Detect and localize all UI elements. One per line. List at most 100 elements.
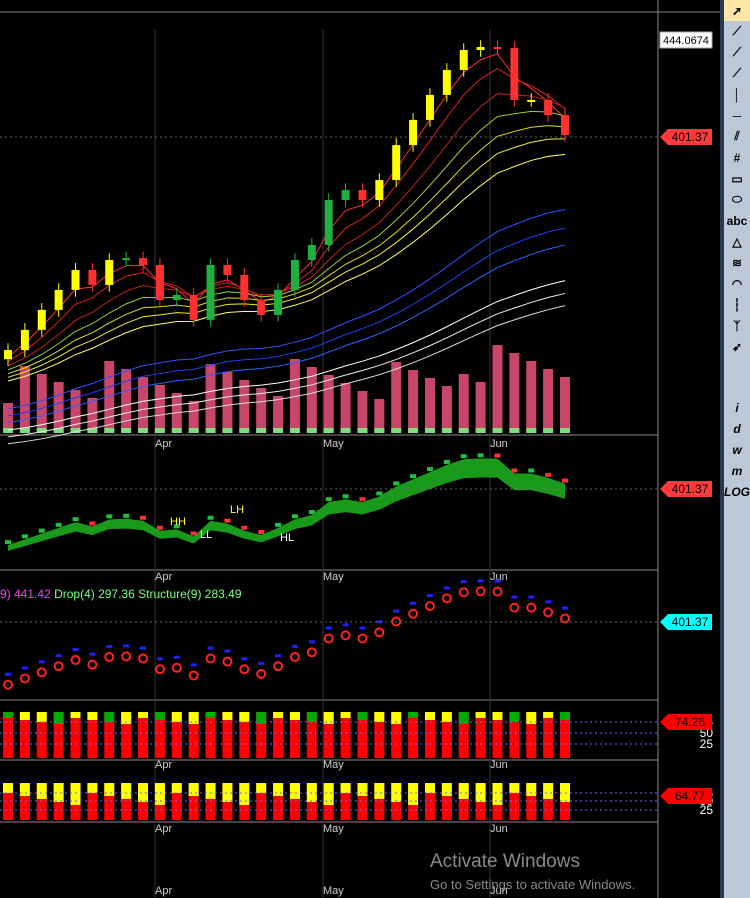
candle-body — [290, 259, 299, 290]
volume-bar — [357, 391, 368, 433]
period-w-button[interactable]: w — [724, 439, 750, 460]
top-price-label: 444.0674 — [663, 35, 709, 47]
ray-icon[interactable]: ⟋ — [724, 42, 750, 63]
ellipse-icon[interactable]: ⬭ — [724, 189, 750, 210]
volume-base — [391, 428, 402, 433]
candle-body — [375, 180, 384, 201]
horizontal-line-icon[interactable]: ─ — [724, 105, 750, 126]
oscillator2-top — [458, 783, 469, 799]
vertical-line-icon[interactable]: │ — [724, 84, 750, 105]
candle-body — [527, 99, 536, 102]
rectangle-icon[interactable]: ▭ — [724, 168, 750, 189]
structure-mark — [55, 654, 62, 658]
oscillator-top — [357, 712, 368, 720]
structure-mark — [38, 660, 45, 664]
volume-bar — [222, 372, 233, 433]
structure-mark — [275, 654, 282, 658]
structure-mark — [511, 595, 518, 599]
watermark-subtitle: Go to Settings to activate Windows. — [430, 877, 636, 892]
trail-circle — [188, 670, 199, 681]
period-m-button[interactable]: m — [724, 460, 750, 481]
oscillator-top — [171, 712, 182, 722]
legend-pre: 9) 441.42 — [0, 587, 51, 601]
volume-bar — [273, 396, 284, 433]
stock-chart[interactable]: AprAprAprAprAprMayMayMayMayMayJunJunJunJ… — [0, 0, 720, 898]
channel-icon[interactable]: # — [724, 147, 750, 168]
structure-mark — [477, 579, 484, 583]
candle-body — [189, 294, 198, 320]
volume-base — [171, 428, 182, 433]
text-tool[interactable]: abc — [724, 210, 750, 231]
parallel-lines-icon[interactable]: ⫽ — [724, 126, 750, 147]
oscillator2-top — [121, 783, 132, 799]
volume-base — [19, 428, 30, 433]
candle-body — [71, 269, 80, 290]
structure-mark — [460, 580, 467, 584]
oscillator2-top — [357, 783, 368, 796]
volume-bar — [492, 345, 503, 433]
structure-mark — [224, 649, 231, 653]
arrow-icon[interactable]: ➶ — [724, 336, 750, 357]
trail-circle — [340, 630, 351, 641]
candle-body — [139, 258, 148, 265]
arc-icon[interactable]: ◠ — [724, 273, 750, 294]
oscillator2-top — [509, 783, 520, 793]
panel2-candle — [511, 468, 518, 473]
structure-mark — [5, 672, 11, 676]
volume-bar — [441, 386, 452, 433]
panel2-candle — [140, 515, 147, 520]
trail-circle — [36, 667, 47, 678]
panel2-candle — [325, 497, 332, 502]
volume-base — [306, 428, 317, 433]
cycle-lines-icon[interactable]: ┆ — [724, 294, 750, 315]
triangle-icon[interactable]: △ — [724, 231, 750, 252]
volume-bar — [53, 382, 64, 433]
candle-body — [206, 264, 215, 320]
structure-mark — [140, 646, 147, 650]
volume-base — [323, 428, 334, 433]
panel2-candle — [156, 525, 163, 530]
structure-mark — [545, 600, 552, 604]
trail-circle — [323, 633, 334, 644]
oscillator2-top — [256, 783, 267, 793]
period-d-button[interactable]: d — [724, 418, 750, 439]
oscillator2-top — [154, 783, 165, 805]
period-log-button[interactable]: LOG — [724, 481, 750, 502]
panel2-candle — [376, 491, 383, 496]
volume-base — [441, 428, 452, 433]
oscillator2-top — [492, 783, 503, 805]
volume-bar — [458, 374, 469, 433]
panel2-candle — [123, 513, 130, 518]
volume-bar — [543, 369, 554, 433]
oscillator-top — [306, 712, 317, 722]
swing-annotation: HH — [170, 516, 186, 528]
month-label: Apr — [155, 823, 172, 835]
month-label: Apr — [155, 571, 172, 583]
extended-line-icon[interactable]: ⟋ — [724, 63, 750, 84]
zigzag-icon[interactable]: ᛉ — [724, 315, 750, 336]
candle-body — [105, 259, 114, 285]
month-label: Jun — [490, 759, 508, 771]
panel2-candle — [393, 481, 400, 486]
volume-bar — [509, 353, 520, 433]
oscillator-bar — [205, 712, 216, 758]
period-i-button[interactable]: i — [724, 397, 750, 418]
volume-bar — [121, 369, 132, 433]
oscillator-bar — [475, 712, 486, 758]
panel2-candle — [38, 528, 45, 533]
panel2-candle — [460, 454, 467, 459]
oscillator2-top — [188, 783, 199, 796]
panel2-candle — [342, 494, 349, 499]
volume-base — [357, 428, 368, 433]
oscillator-top — [560, 712, 570, 720]
candle-body — [341, 190, 350, 201]
fib-icon[interactable]: ≋ — [724, 252, 750, 273]
oscillator2-top — [424, 783, 435, 793]
line-icon[interactable]: ⟋ — [724, 21, 750, 42]
pointer-icon[interactable]: ➚ — [724, 0, 750, 21]
candle-body — [493, 47, 502, 50]
candle-body — [54, 289, 63, 310]
trail-circle — [104, 651, 115, 662]
trail-circle — [19, 673, 30, 684]
month-label: Apr — [155, 759, 172, 771]
